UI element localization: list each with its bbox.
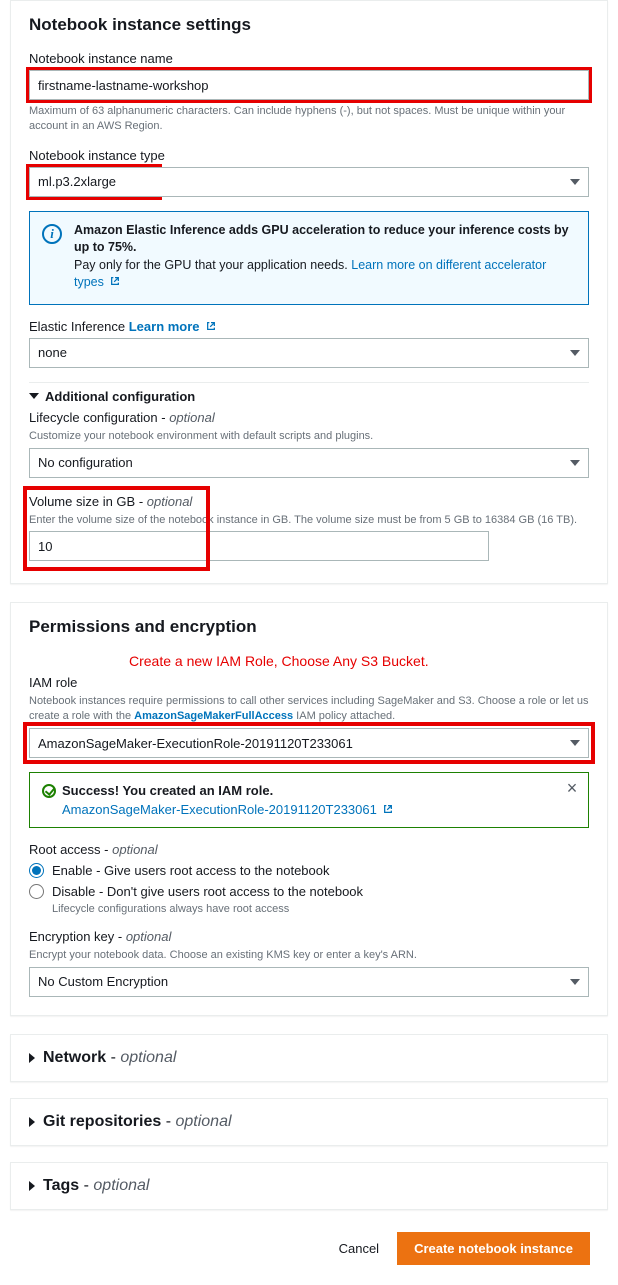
root-sub-hint: Lifecycle configurations always have roo… (52, 903, 589, 915)
caret-right-icon (29, 1181, 35, 1191)
lifecycle-field: Lifecycle configuration - optional Custo… (29, 410, 589, 478)
notebook-type-field: Notebook instance type ml.p3.2xlarge (29, 148, 589, 197)
permissions-title: Permissions and encryption (29, 617, 589, 637)
caret-right-icon (29, 1117, 35, 1127)
network-title: Network - optional (43, 1049, 176, 1067)
git-panel[interactable]: Git repositories - optional (10, 1098, 608, 1146)
external-link-icon (110, 276, 120, 286)
encryption-value: No Custom Encryption (38, 974, 168, 989)
tags-title: Tags - optional (43, 1177, 149, 1195)
iam-success-title: Success! You created an IAM role. (62, 783, 273, 798)
notebook-type-value: ml.p3.2xlarge (38, 174, 116, 189)
notebook-settings-title: Notebook instance settings (29, 15, 589, 35)
elastic-inference-value: none (38, 345, 67, 360)
iam-success-box: × Success! You created an IAM role. Amaz… (29, 772, 589, 828)
info-text: Pay only for the GPU that your applicati… (74, 258, 351, 272)
elastic-inference-label: Elastic Inference Learn more (29, 319, 589, 334)
iam-role-field: IAM role Notebook instances require perm… (29, 675, 589, 758)
lifecycle-label: Lifecycle configuration - optional (29, 410, 589, 425)
iam-policy-link[interactable]: AmazonSageMakerFullAccess (134, 710, 293, 722)
additional-config-label: Additional configuration (45, 389, 195, 404)
root-disable-label: Disable - Don't give users root access t… (52, 884, 363, 899)
caret-down-icon (29, 393, 39, 399)
caret-down-icon (570, 179, 580, 185)
volume-label: Volume size in GB - optional (29, 494, 589, 509)
footer: Cancel Create notebook instance (10, 1226, 608, 1265)
close-icon[interactable]: × (564, 781, 580, 797)
iam-annotation: Create a new IAM Role, Choose Any S3 Buc… (129, 653, 589, 669)
notebook-name-label: Notebook instance name (29, 51, 589, 66)
caret-down-icon (570, 740, 580, 746)
notebook-name-field: Notebook instance name Maximum of 63 alp… (29, 51, 589, 134)
root-disable-input[interactable] (29, 884, 44, 899)
root-enable-input[interactable] (29, 863, 44, 878)
iam-success-link[interactable]: AmazonSageMaker-ExecutionRole-20191120T2… (62, 802, 393, 817)
iam-role-label: IAM role (29, 675, 589, 690)
elastic-inference-field: Elastic Inference Learn more none (29, 319, 589, 368)
encryption-select[interactable]: No Custom Encryption (29, 967, 589, 997)
caret-down-icon (570, 350, 580, 356)
network-panel[interactable]: Network - optional (10, 1034, 608, 1082)
additional-config-expander[interactable]: Additional configuration (29, 382, 589, 410)
permissions-panel: Permissions and encryption Create a new … (10, 602, 608, 1016)
root-disable-radio[interactable]: Disable - Don't give users root access t… (29, 884, 589, 899)
notebook-name-hint: Maximum of 63 alphanumeric characters. C… (29, 104, 589, 134)
elastic-inference-select[interactable]: none (29, 338, 589, 368)
encryption-field: Encryption key - optional Encrypt your n… (29, 929, 589, 997)
root-enable-label: Enable - Give users root access to the n… (52, 863, 330, 878)
git-title: Git repositories - optional (43, 1113, 232, 1131)
elastic-inference-info: i Amazon Elastic Inference adds GPU acce… (29, 211, 589, 305)
caret-down-icon (570, 979, 580, 985)
notebook-type-select-highlight[interactable]: ml.p3.2xlarge (29, 167, 159, 197)
check-circle-icon (42, 784, 56, 798)
notebook-type-label: Notebook instance type (29, 148, 589, 163)
iam-role-hint: Notebook instances require permissions t… (29, 694, 589, 724)
iam-role-select[interactable]: AmazonSageMaker-ExecutionRole-20191120T2… (29, 728, 589, 758)
info-bold: Amazon Elastic Inference adds GPU accele… (74, 223, 569, 255)
tags-panel[interactable]: Tags - optional (10, 1162, 608, 1210)
volume-field: Volume size in GB - optional Enter the v… (29, 494, 589, 562)
root-enable-radio[interactable]: Enable - Give users root access to the n… (29, 863, 589, 878)
lifecycle-hint: Customize your notebook environment with… (29, 429, 589, 444)
external-link-icon (206, 321, 216, 331)
notebook-settings-panel: Notebook instance settings Notebook inst… (10, 0, 608, 584)
ei-learn-more-link[interactable]: Learn more (129, 319, 216, 334)
iam-role-value: AmazonSageMaker-ExecutionRole-20191120T2… (38, 736, 353, 751)
lifecycle-value: No configuration (38, 455, 133, 470)
encryption-label: Encryption key - optional (29, 929, 589, 944)
external-link-icon (383, 804, 393, 814)
root-access-field: Root access - optional Enable - Give use… (29, 842, 589, 915)
cancel-button[interactable]: Cancel (335, 1233, 383, 1264)
create-notebook-button[interactable]: Create notebook instance (397, 1232, 590, 1265)
info-icon: i (42, 224, 62, 244)
lifecycle-select[interactable]: No configuration (29, 448, 589, 478)
volume-hint: Enter the volume size of the notebook in… (29, 513, 589, 528)
root-access-label: Root access - optional (29, 842, 589, 857)
volume-input[interactable] (29, 531, 489, 561)
caret-down-icon (570, 460, 580, 466)
notebook-name-input[interactable] (29, 70, 589, 100)
notebook-type-select[interactable] (159, 167, 589, 197)
caret-right-icon (29, 1053, 35, 1063)
encryption-hint: Encrypt your notebook data. Choose an ex… (29, 948, 589, 963)
